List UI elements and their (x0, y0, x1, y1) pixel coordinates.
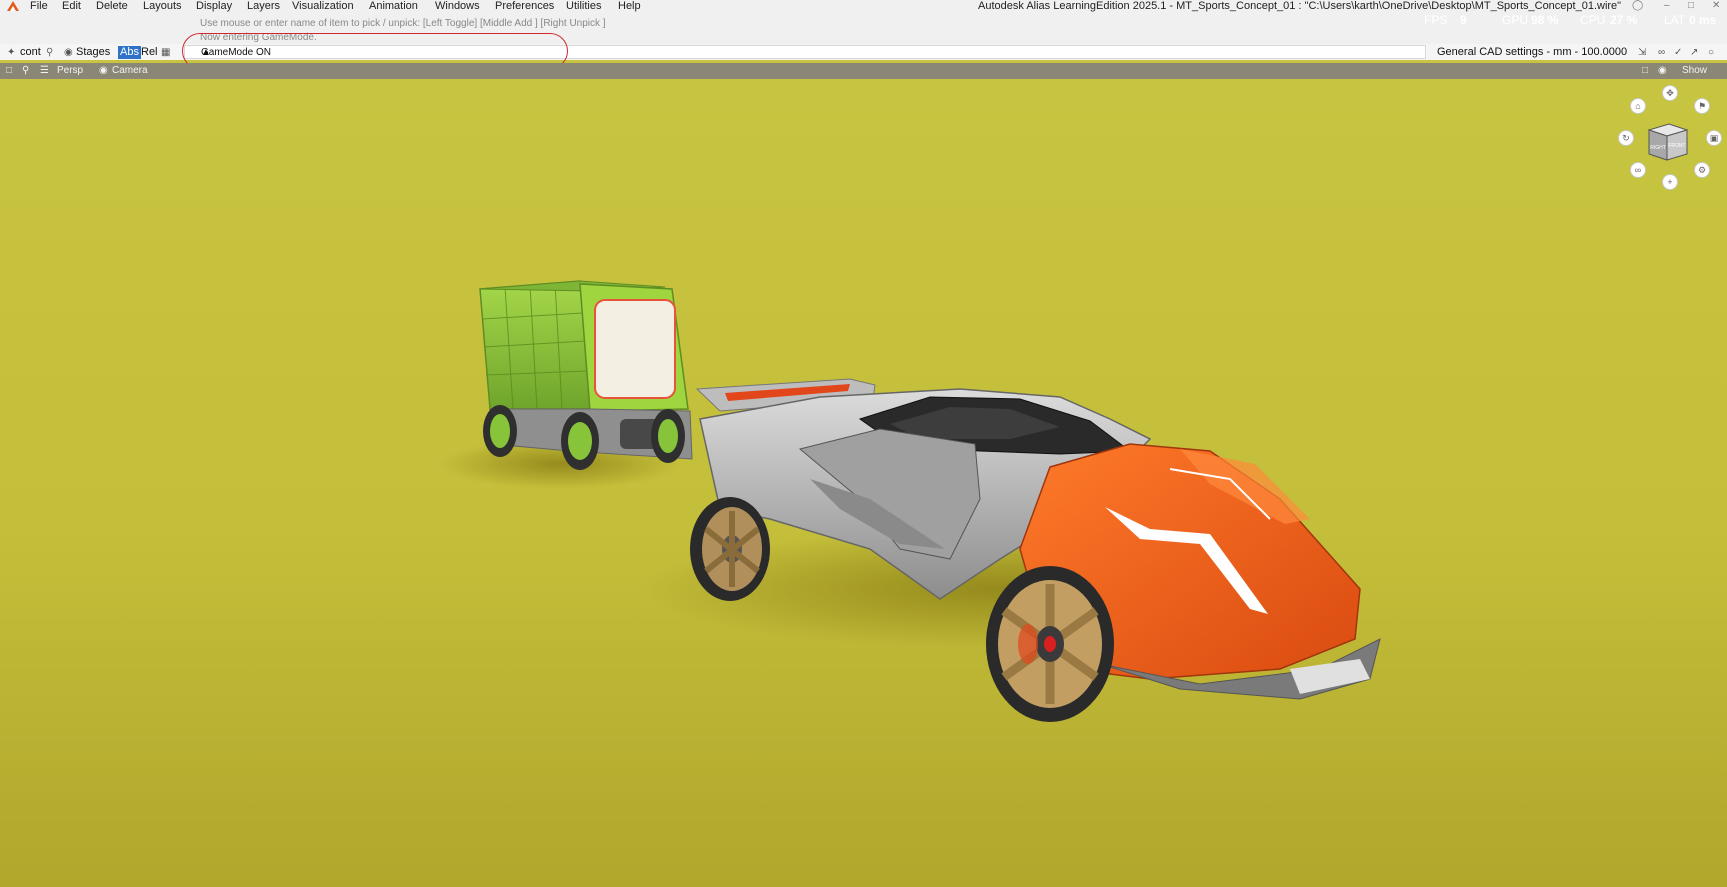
menu-layouts[interactable]: Layouts (143, 0, 182, 12)
stages-icon: ◉ (64, 47, 73, 58)
menu-help[interactable]: Help (618, 0, 641, 12)
close-icon[interactable]: ✕ (1712, 0, 1720, 12)
viewport-list-icon[interactable]: ☰ (40, 64, 49, 77)
walk-icon[interactable]: ∞ (1630, 162, 1646, 178)
rel-toggle[interactable]: Rel (141, 46, 158, 59)
menu-layers[interactable]: Layers (247, 0, 280, 12)
fps-label: FPS (1424, 13, 1448, 27)
alias-logo-icon (7, 1, 19, 11)
viewcube[interactable]: RIGHT FRONT (1645, 122, 1691, 162)
camera-icon[interactable]: ◉ (99, 64, 108, 77)
bookmark-icon[interactable]: ⚑ (1694, 98, 1710, 114)
menu-edit[interactable]: Edit (62, 0, 81, 12)
lat-label: LAT (1664, 13, 1686, 27)
pin-icon[interactable]: ✓ (1674, 46, 1682, 59)
viewcube-front-label: FRONT (1668, 143, 1685, 149)
show-button[interactable]: Show (1682, 64, 1707, 77)
menu-windows[interactable]: Windows (435, 0, 480, 12)
pointer-icon[interactable]: ↗ (1690, 46, 1698, 59)
camera-view-icon[interactable]: ▣ (1706, 130, 1722, 146)
viewport-3d[interactable]: ⌂ ✥ ⚑ ↻ ▣ ∞ + ⚙ RIGHT FRONT (0, 79, 1727, 887)
view-persp[interactable]: Persp (57, 64, 83, 77)
pan-icon[interactable]: ✥ (1662, 85, 1678, 101)
maximize-viewport-icon[interactable]: □ (1642, 64, 1648, 77)
prompt-line: Use mouse or enter name of item to pick … (200, 18, 606, 29)
viewport-menu-icon[interactable]: □ (6, 64, 12, 77)
stages-button[interactable]: Stages (76, 46, 110, 59)
trailer-model (479, 280, 693, 470)
lat-value: 0 ms (1689, 13, 1717, 27)
maximize-icon[interactable]: □ (1688, 0, 1694, 12)
minimize-icon[interactable]: – (1664, 0, 1670, 12)
cad-settings[interactable]: General CAD settings - mm - 100.0000 (1437, 46, 1627, 59)
menu-preferences[interactable]: Preferences (495, 0, 554, 12)
menu-delete[interactable]: Delete (96, 0, 128, 12)
menu-file[interactable]: File (30, 0, 48, 12)
eye-icon[interactable]: ◉ (1658, 64, 1667, 77)
account-icon[interactable]: ◯ (1632, 0, 1643, 12)
gpu-label: GPU (1502, 13, 1529, 27)
settings-icon[interactable]: ⚙ (1694, 162, 1710, 178)
link-icon[interactable]: ∞ (1658, 46, 1665, 59)
cpu-label: CPU (1580, 13, 1606, 27)
cpu-value: 27 % (1610, 13, 1638, 27)
abs-toggle[interactable]: Abs (118, 46, 141, 59)
menu-visualization[interactable]: Visualization (292, 0, 354, 12)
viewport-search-icon[interactable]: ⚲ (22, 64, 29, 77)
pick-icon[interactable]: ✦ (7, 46, 15, 59)
gpu-value: 98 % (1531, 13, 1559, 27)
fps-value: 9 (1460, 13, 1467, 27)
scene-render (440, 280, 1381, 722)
view-camera[interactable]: Camera (112, 64, 148, 77)
menu-utilities[interactable]: Utilities (566, 0, 601, 12)
viewcube-right-label: RIGHT (1650, 145, 1666, 151)
zoom-icon[interactable]: + (1662, 174, 1678, 190)
menu-animation[interactable]: Animation (369, 0, 418, 12)
grid-icon[interactable]: ▦ (161, 46, 170, 59)
app-title: Autodesk Alias LearningEdition 2025.1 - … (978, 0, 1622, 12)
cont-button[interactable]: cont (20, 46, 41, 59)
home-view-icon[interactable]: ⌂ (1630, 98, 1646, 114)
orbit-icon[interactable]: ↻ (1618, 130, 1634, 146)
viewport-header: □ ⚲ ☰ Persp ◉ Camera □ ◉ Show (0, 63, 1727, 79)
settings-dot-icon[interactable]: ○ (1708, 46, 1714, 59)
snap-icon[interactable]: ⇲ (1638, 46, 1646, 59)
search-icon[interactable]: ⚲ (46, 46, 53, 59)
menu-display[interactable]: Display (196, 0, 232, 12)
